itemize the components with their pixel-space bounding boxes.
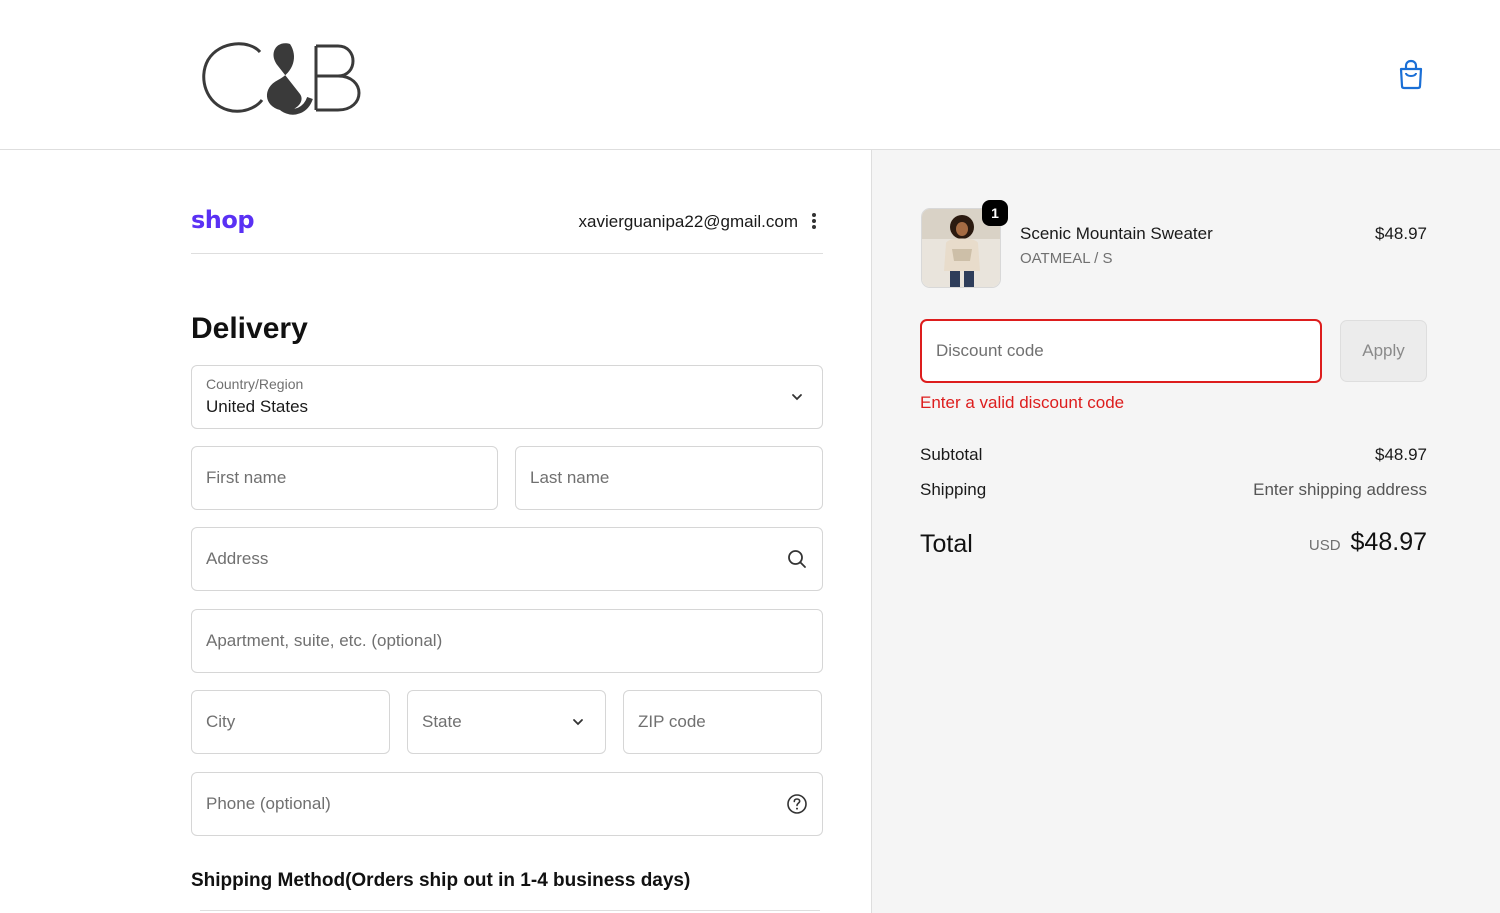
country-select[interactable]: Country/Region United States: [191, 365, 823, 429]
quantity-badge: 1: [982, 200, 1008, 226]
site-header: [0, 0, 1500, 150]
product-price: $48.97: [1375, 224, 1427, 243]
apply-discount-button[interactable]: Apply: [1340, 320, 1427, 382]
state-placeholder: State: [422, 712, 462, 731]
chevron-down-icon: [573, 719, 583, 726]
discount-code-placeholder: Discount code: [936, 341, 1044, 360]
divider: [200, 910, 820, 911]
country-label: Country/Region: [206, 376, 304, 392]
shop-pay-logo: shop: [191, 206, 255, 234]
discount-error-message: Enter a valid discount code: [920, 393, 1125, 412]
total-label: Total: [920, 530, 973, 558]
shipping-label: Shipping: [920, 480, 987, 499]
state-select[interactable]: State: [407, 690, 606, 754]
checkout-form-column: shop xavierguanipa22@gmail.com Delivery …: [0, 150, 871, 913]
zip-field[interactable]: ZIP code: [623, 690, 822, 754]
subtotal-value: $48.97: [1375, 445, 1427, 464]
shipping-method-heading: Shipping Method(Orders ship out in 1-4 b…: [191, 870, 691, 891]
first-name-field[interactable]: First name: [191, 446, 498, 510]
more-vertical-icon[interactable]: [806, 210, 822, 232]
brand-logo-mark: [202, 42, 361, 115]
account-email: xavierguanipa22@gmail.com: [578, 212, 798, 231]
address-field[interactable]: Address: [191, 527, 823, 591]
address-placeholder: Address: [206, 549, 269, 568]
order-summary-column: 1 Scenic Mountain Sweater OATMEAL / S $4…: [871, 150, 1500, 913]
total-currency: USD: [1308, 537, 1341, 554]
zip-placeholder: ZIP code: [638, 712, 706, 731]
product-name: Scenic Mountain Sweater: [1020, 224, 1213, 243]
search-icon: [788, 550, 806, 568]
phone-field[interactable]: Phone (optional): [191, 772, 823, 836]
help-circle-icon[interactable]: [786, 793, 808, 815]
discount-code-input[interactable]: Discount code: [920, 319, 1322, 383]
product-variant: OATMEAL / S: [1020, 250, 1113, 267]
delivery-heading: Delivery: [191, 312, 308, 345]
last-name-placeholder: Last name: [530, 468, 610, 487]
total-amount: $48.97: [1350, 528, 1427, 556]
apartment-placeholder: Apartment, suite, etc. (optional): [206, 631, 443, 650]
brand-logo[interactable]: [198, 30, 378, 120]
country-value: United States: [206, 397, 309, 416]
total-amount-group: USD $48.97: [1309, 528, 1427, 557]
subtotal-label: Subtotal: [920, 445, 983, 464]
city-field[interactable]: City: [191, 690, 390, 754]
chevron-down-icon: [792, 394, 802, 401]
first-name-placeholder: First name: [206, 468, 287, 487]
divider: [191, 253, 823, 254]
cart-button[interactable]: [1396, 58, 1426, 90]
shopping-bag-icon: [1399, 59, 1423, 90]
city-placeholder: City: [206, 712, 236, 731]
apartment-field[interactable]: Apartment, suite, etc. (optional): [191, 609, 823, 673]
shipping-value: Enter shipping address: [1253, 480, 1427, 499]
phone-placeholder: Phone (optional): [206, 794, 331, 813]
last-name-field[interactable]: Last name: [515, 446, 823, 510]
